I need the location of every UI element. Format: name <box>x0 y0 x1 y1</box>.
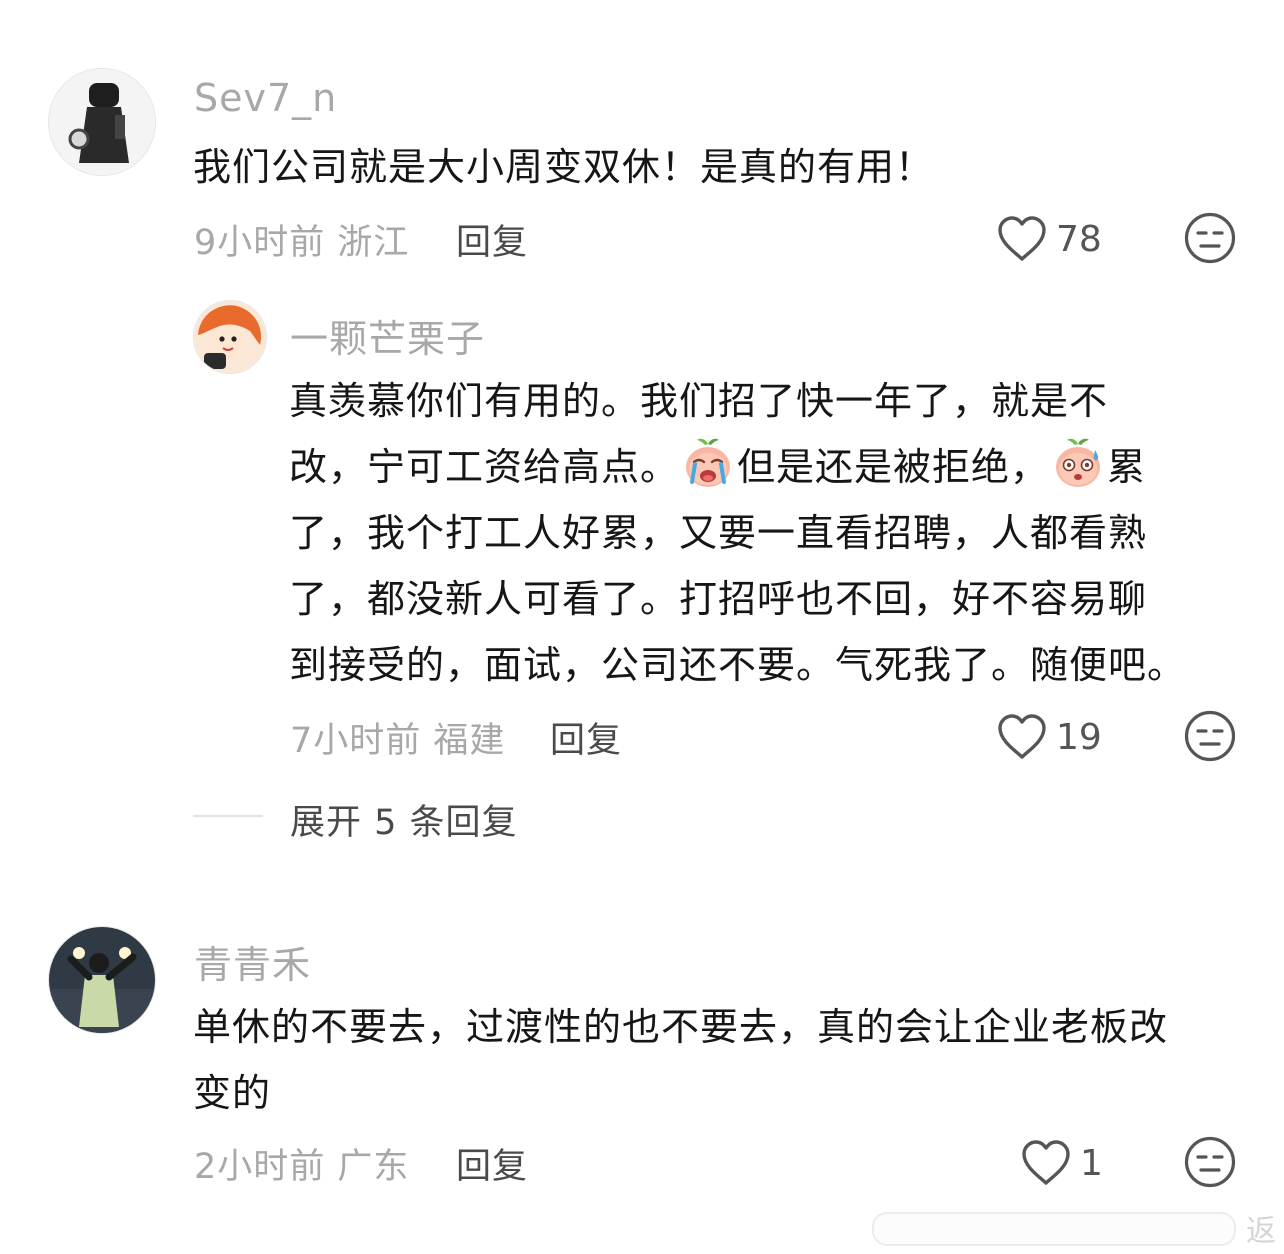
comment-username[interactable]: Sev7_n <box>194 76 337 120</box>
comment-text: 单休的不要去，过渡性的也不要去，真的会让企业老板改 变的 <box>193 994 1168 1126</box>
comment-username[interactable]: 青青禾 <box>194 934 311 989</box>
comment-meta: 9小时前 浙江 <box>194 214 409 265</box>
expand-replies-button[interactable]: 展开 5 条回复 <box>290 794 518 845</box>
like-button[interactable]: 78 <box>996 214 1102 264</box>
like-count: 1 <box>1080 1142 1103 1184</box>
reply-button[interactable]: 回复 <box>550 712 622 763</box>
comment-text: 我们公司就是大小周变双休！是真的有用！ <box>193 134 934 200</box>
like-button[interactable]: 19 <box>996 712 1102 762</box>
watermark: 返 <box>872 1206 1284 1250</box>
expand-divider <box>193 815 263 817</box>
comment-line: 了，我个打工人好累，又要一直看招聘，人都看熟 <box>289 511 1148 555</box>
neutral-face-icon[interactable] <box>1184 1136 1236 1188</box>
neutral-face-icon[interactable] <box>1184 212 1236 264</box>
neutral-face-icon[interactable] <box>1184 710 1236 762</box>
like-count: 78 <box>1056 218 1102 260</box>
comment-line: 我们公司就是大小周变双休！是真的有用！ <box>193 145 935 189</box>
like-count: 19 <box>1056 716 1102 758</box>
avatar-qingqinghe[interactable] <box>48 926 156 1034</box>
comment-time: 2小时前 <box>194 1147 326 1187</box>
comment-location: 福建 <box>433 721 506 761</box>
comment-location: 广东 <box>337 1147 410 1187</box>
avatar-mangolizi[interactable] <box>193 300 267 374</box>
comment-line: 真羡慕你们有用的。我们招了快一年了，就是不 <box>289 379 1109 423</box>
comment-line: 单休的不要去，过渡性的也不要去，真的会让企业老板改 <box>193 1005 1169 1049</box>
comment-text: 真羡慕你们有用的。我们招了快一年了，就是不 改，宁可工资给高点。 但是还是被拒绝… <box>289 368 1186 698</box>
crying-peach-emoji-icon <box>681 436 735 490</box>
comment-line: 变的 <box>193 1071 272 1115</box>
reply-button[interactable]: 回复 <box>456 1138 528 1189</box>
comment-meta: 7小时前 福建 <box>290 712 505 763</box>
avatar-sev7n[interactable] <box>48 68 156 176</box>
comment-username[interactable]: 一颗芒栗子 <box>290 308 485 363</box>
heart-outline-icon <box>996 713 1048 761</box>
watermark-text: 返 <box>1246 1214 1276 1249</box>
like-button[interactable]: 1 <box>1020 1138 1103 1188</box>
comment-time: 7小时前 <box>290 721 422 761</box>
heart-outline-icon <box>996 215 1048 263</box>
comment-line-with-emoji: 改，宁可工资给高点。 但是还是被拒绝， 累 <box>289 434 1186 500</box>
comment-meta: 2小时前 广东 <box>194 1138 409 1189</box>
comment-time: 9小时前 <box>194 223 326 263</box>
watermark-pill <box>872 1212 1236 1246</box>
comment-line: 到接受的，面试，公司还不要。气死我了。随便吧。 <box>289 643 1187 687</box>
comment-line: 了，都没新人可看了。打招呼也不回，好不容易聊 <box>289 577 1148 621</box>
reply-button[interactable]: 回复 <box>456 214 528 265</box>
comment-location: 浙江 <box>337 223 410 263</box>
heart-outline-icon <box>1020 1139 1072 1187</box>
sweating-peach-emoji-icon <box>1051 436 1105 490</box>
